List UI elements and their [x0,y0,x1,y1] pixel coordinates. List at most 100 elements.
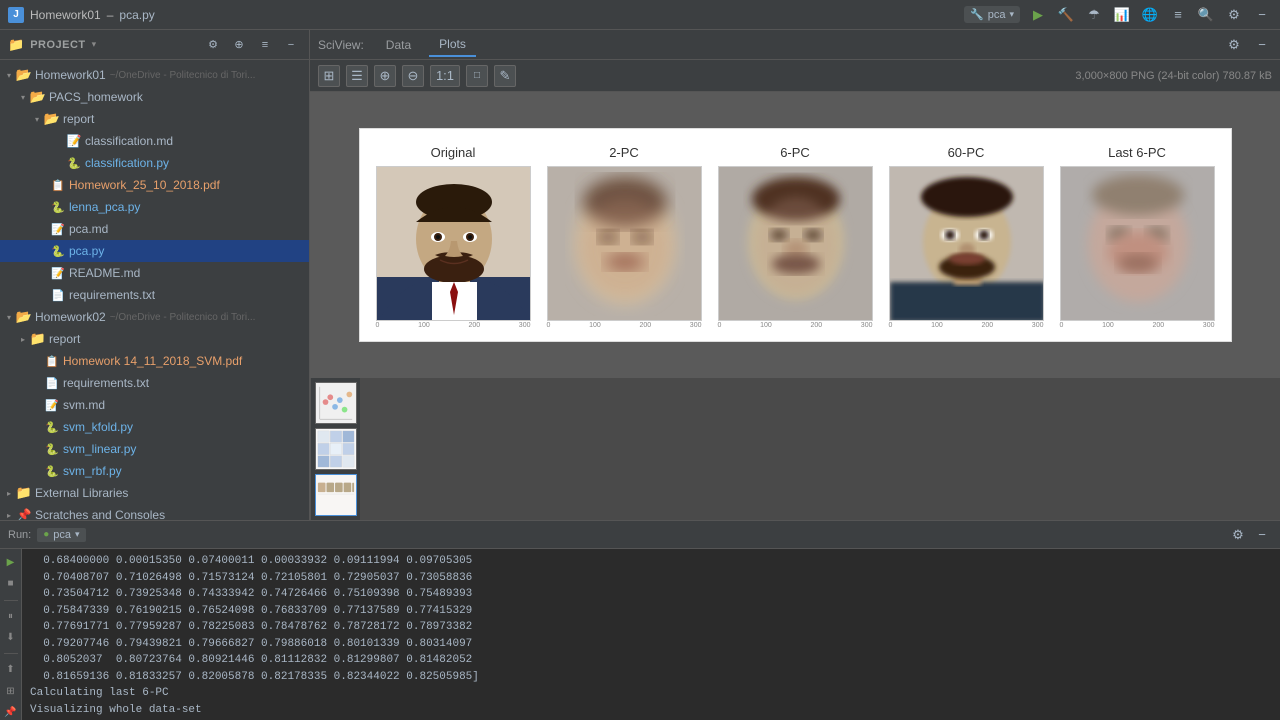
hw02-path: ~/OneDrive - Politecnico di Tori... [110,312,256,323]
thumb-scatter[interactable] [315,382,357,424]
face-label-60pc: 60-PC [948,145,985,160]
console-output[interactable]: 0.68400000 0.00015350 0.07400011 0.00033… [22,549,1280,720]
tree-item-report[interactable]: ▾ 📂 report [0,108,309,130]
console-close[interactable]: − [1252,525,1272,545]
tree-label-report: report [63,112,94,126]
face-row: Original [370,145,1221,329]
face-img-2pc [547,166,702,321]
scratch-icon: 📌 [16,507,32,520]
profile-button[interactable]: 📊 [1112,5,1132,25]
console-line: 0.81659136 0.81833257 0.82005878 0.82178… [30,669,1272,686]
console-settings[interactable]: ⚙ [1228,525,1248,545]
tree-item-readmemd[interactable]: ▸ 📝 README.md [0,262,309,284]
file-icon-lennapy: 🐍 [50,199,66,215]
run-name-dropdown: ▾ [75,529,80,540]
tab-data[interactable]: Data [376,34,421,56]
search-button[interactable]: 🔍 [1196,5,1216,25]
coverage-button[interactable]: ☂ [1084,5,1104,25]
title-bar: J Homework01 – pca.py 🔧 pca ▾ ▶ 🔨 ☂ 📊 🌐 … [0,0,1280,30]
face-col-6pc: 6-PC [718,145,873,329]
tree-item-rep2[interactable]: ▸ 📁 report [0,328,309,350]
face-label-original: Original [431,145,476,160]
file-icon-classmd: 📝 [66,133,82,149]
title-separator: – [107,8,114,22]
console-line: 0.8052037 0.80723764 0.80921446 0.811128… [30,652,1272,669]
remote-button[interactable]: 🌐 [1140,5,1160,25]
tools-button[interactable]: ≡ [1168,5,1188,25]
tree-item-pacs[interactable]: ▾ 📂 PACS_homework [0,86,309,108]
run-name-indicator: ● pca ▾ [37,528,85,542]
tree-item-svmmd[interactable]: ▸ 📝 svm.md [0,394,309,416]
console-line: Visualizing whole data-set [30,702,1272,719]
build-button[interactable]: 🔨 [1056,5,1076,25]
run-config[interactable]: 🔧 pca ▾ [964,6,1020,23]
face-img-last6pc [1060,166,1215,321]
file-icon-hw14pdf: 📋 [44,353,60,369]
zoom-fit-btn[interactable]: ⊕ [374,65,396,87]
run-config-icon: 🔧 [970,8,984,21]
tree-item-svmlinpy[interactable]: ▸ 🐍 svm_linear.py [0,438,309,460]
tree-item-pcapy[interactable]: ▸ 🐍 pca.py [0,240,309,262]
tree-item-reqtxt[interactable]: ▸ 📄 requirements.txt [0,284,309,306]
grid-view-btn[interactable]: ⊞ [318,65,340,87]
tree-label-pacs: PACS_homework [49,90,143,104]
run-button[interactable]: ▶ [1028,5,1048,25]
tree-item-classmd[interactable]: ▸ 📝 classification.md [0,130,309,152]
run-label: Run: [8,529,31,541]
pin-btn[interactable]: 📌 [3,705,19,720]
title-left: J Homework01 – pca.py [8,7,155,23]
run-config-name: pca [988,9,1006,21]
file-icon-req2txt: 📄 [44,375,60,391]
minimize-button[interactable]: − [1252,5,1272,25]
list-view-btn[interactable]: ☰ [346,65,368,87]
tree-item-hw25pdf[interactable]: ▸ 📋 Homework_25_10_2018.pdf [0,174,309,196]
tab-plots[interactable]: Plots [429,33,476,57]
sciview-close[interactable]: − [1252,35,1272,55]
tree-item-svmkpy[interactable]: ▸ 🐍 svm_kfold.py [0,416,309,438]
tree-item-hw01[interactable]: ▾ 📂 Homework01 ~/OneDrive - Politecnico … [0,64,309,86]
scroll-btn[interactable]: ⬆ [3,662,19,677]
tree-item-claspy[interactable]: ▸ 🐍 classification.py [0,152,309,174]
sidebar-collapse[interactable]: ≡ [255,35,275,55]
tree-item-req2txt[interactable]: ▸ 📄 requirements.txt [0,372,309,394]
stop-btn[interactable]: ■ [3,576,19,591]
tree-arrow-hw01: ▾ [2,68,16,82]
sidebar-close[interactable]: − [281,35,301,55]
settings-side-btn[interactable]: ⊞ [3,683,19,698]
zoom-in-btn[interactable]: □ [466,65,488,87]
console-line: Calculating last 6-PC [30,685,1272,702]
thumb-matrix[interactable] [315,428,357,470]
settings-button-top[interactable]: ⚙ [1224,5,1244,25]
tree-item-hw02[interactable]: ▾ 📂 Homework02 ~/OneDrive - Politecnico … [0,306,309,328]
face-svg-60pc [890,167,1044,321]
console-line: 0.79207746 0.79439821 0.79666827 0.79886… [30,636,1272,653]
run-config-chevron: ▾ [1009,9,1014,20]
sidebar-scope[interactable]: ⊕ [229,35,249,55]
tree-item-svmrbfpy[interactable]: ▸ 🐍 svm_rbf.py [0,460,309,482]
tree-arrow-scratch: ▸ [2,508,16,520]
sciview-panel: SciView: Data Plots ⚙ − ⊞ ☰ ⊕ ⊖ 1:1 □ ✎ … [310,30,1280,520]
sidebar-title: Project [30,39,85,51]
sidebar-settings[interactable]: ⚙ [203,35,223,55]
tree-label-svmmd: svm.md [63,398,105,412]
tree-item-scratch[interactable]: ▸ 📌 Scratches and Consoles [0,504,309,520]
run-again-btn[interactable]: ▶ [3,555,19,570]
file-icon-pcapy: 🐍 [50,243,66,259]
edit-btn[interactable]: ✎ [494,65,516,87]
zoom-level-btn[interactable]: 1:1 [430,65,460,87]
pause-btn[interactable]: ⏸ [3,609,19,624]
sciview-settings[interactable]: ⚙ [1224,35,1244,55]
tree-label-hw02: Homework02 [35,310,106,324]
face-img-original [376,166,531,321]
zoom-out-btn[interactable]: ⊖ [402,65,424,87]
tree-label-reqtxt: requirements.txt [69,288,155,302]
step-btn[interactable]: ⬇ [3,630,19,645]
run-dot: ● [43,529,49,540]
thumb-faces[interactable] [315,474,357,516]
face-label-2pc: 2-PC [609,145,639,160]
tree-item-pcamd[interactable]: ▸ 📝 pca.md [0,218,309,240]
tree-label-hw01: Homework01 [35,68,106,82]
tree-item-lennapy[interactable]: ▸ 🐍 lenna_pca.py [0,196,309,218]
tree-item-hw14pdf[interactable]: ▸ 📋 Homework 14_11_2018_SVM.pdf [0,350,309,372]
tree-item-extlib[interactable]: ▸ 📁 External Libraries [0,482,309,504]
